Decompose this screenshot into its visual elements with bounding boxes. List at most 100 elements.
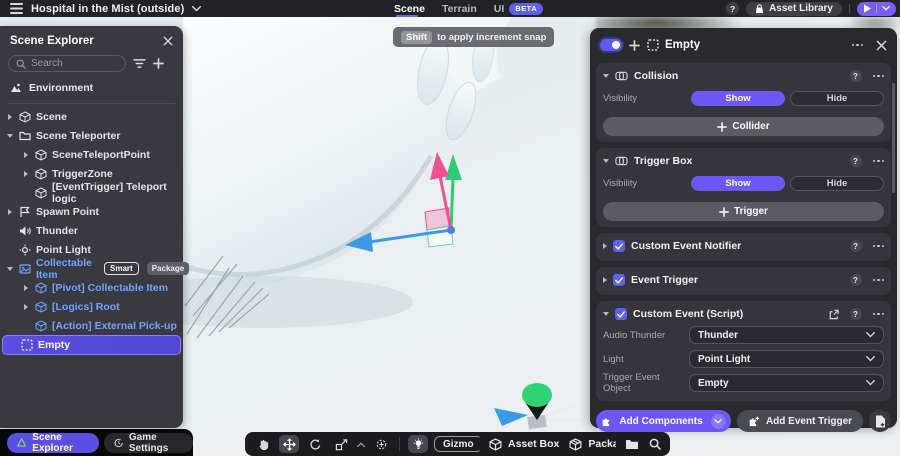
- caret-icon[interactable]: [22, 152, 30, 158]
- scene-explorer-button[interactable]: Scene Explorer: [7, 433, 99, 453]
- asset-library-button[interactable]: Asset Library: [746, 2, 842, 16]
- section-custom-event-notifier: Custom Event Notifier ?: [596, 233, 891, 261]
- tree-item-empty-selected[interactable]: Empty: [2, 335, 181, 355]
- tab-scene[interactable]: Scene: [394, 0, 425, 17]
- add-event-trigger-button[interactable]: Add Event Trigger: [737, 410, 863, 432]
- tree-item-action-external-pickup[interactable]: [Action] External Pick-up: [0, 316, 183, 335]
- caret-icon[interactable]: [22, 171, 30, 177]
- hamburger-menu-icon[interactable]: [10, 3, 23, 14]
- help-icon[interactable]: ?: [850, 274, 862, 286]
- audio-thunder-dropdown[interactable]: Thunder: [689, 326, 884, 344]
- snap-tooltip: Shift to apply increment snap: [393, 27, 554, 47]
- tree-item-spawn-point[interactable]: Spawn Point: [0, 202, 183, 221]
- tree-item-scene-teleporter[interactable]: Scene Teleporter: [0, 126, 183, 145]
- rotate-tool-button[interactable]: [305, 435, 325, 453]
- search-field[interactable]: [8, 55, 126, 72]
- inspector-scrollbar[interactable]: [892, 83, 895, 193]
- hide-button[interactable]: Hide: [790, 91, 884, 106]
- enabled-checkbox[interactable]: [615, 308, 627, 320]
- add-trigger-button[interactable]: Trigger: [603, 202, 884, 221]
- caret-icon[interactable]: [603, 277, 607, 283]
- caret-icon[interactable]: [6, 267, 14, 271]
- hand-icon: [257, 438, 270, 451]
- smart-object-icon: [19, 263, 31, 275]
- close-icon[interactable]: [876, 40, 887, 51]
- cube-icon: [35, 301, 47, 313]
- hide-button[interactable]: Hide: [790, 176, 884, 191]
- play-button[interactable]: [857, 2, 896, 16]
- search-icon[interactable]: [649, 438, 661, 450]
- help-icon[interactable]: ?: [850, 70, 862, 82]
- chevron-down-icon: [866, 380, 875, 386]
- tool-expand-chevron-icon[interactable]: [357, 442, 365, 447]
- more-options-icon[interactable]: [873, 160, 885, 163]
- scale-tool-button[interactable]: [331, 435, 351, 453]
- field-label: Trigger Event Object: [603, 372, 689, 394]
- help-icon[interactable]: ?: [850, 240, 862, 252]
- snap-tool-button[interactable]: [371, 435, 391, 453]
- filter-icon[interactable]: [133, 58, 146, 69]
- chevron-down-icon[interactable]: [882, 6, 890, 11]
- help-icon[interactable]: ?: [850, 308, 862, 320]
- enabled-checkbox[interactable]: [613, 274, 625, 286]
- tree-item-scene[interactable]: Scene: [0, 107, 183, 126]
- caret-icon[interactable]: [6, 209, 14, 215]
- chevron-down-icon[interactable]: [192, 6, 201, 12]
- environment-item[interactable]: Environment: [10, 78, 183, 98]
- add-script-button[interactable]: [869, 410, 891, 432]
- help-icon[interactable]: ?: [726, 2, 739, 15]
- show-button[interactable]: Show: [691, 91, 785, 106]
- folder-icon[interactable]: [625, 438, 639, 450]
- more-options-icon[interactable]: [873, 313, 885, 316]
- move-tool-button[interactable]: [279, 435, 299, 453]
- search-input[interactable]: [31, 58, 111, 69]
- light-toggle-button[interactable]: [408, 435, 428, 453]
- more-options-icon[interactable]: [852, 44, 864, 47]
- tab-ui[interactable]: UIBETA: [494, 0, 543, 17]
- caret-icon[interactable]: [22, 304, 30, 310]
- move-gizmo[interactable]: [345, 150, 475, 260]
- caret-icon[interactable]: [6, 114, 14, 120]
- field-label: Light: [603, 354, 689, 365]
- tree-item-eventtrigger-teleport-logic[interactable]: [EventTrigger] Teleport logic: [0, 183, 183, 202]
- add-components-button[interactable]: Add Components: [596, 410, 731, 432]
- caret-icon[interactable]: [603, 312, 609, 316]
- rotate-icon: [309, 438, 322, 451]
- pan-tool-button[interactable]: [253, 435, 273, 453]
- add-icon[interactable]: [629, 40, 640, 51]
- asset-box-button[interactable]: Asset Box: [508, 438, 559, 450]
- show-button[interactable]: Show: [691, 176, 785, 191]
- object-enabled-toggle[interactable]: [600, 39, 622, 51]
- trigger-event-object-dropdown[interactable]: Empty: [689, 374, 884, 392]
- more-options-icon[interactable]: [873, 245, 885, 248]
- more-options-icon[interactable]: [873, 279, 885, 282]
- project-title[interactable]: Hospital in the Mist (outside): [31, 3, 184, 15]
- close-icon[interactable]: [163, 36, 173, 46]
- divider: [399, 437, 400, 451]
- tree-item-collectable-item[interactable]: Collectable Item Smart Package: [0, 259, 183, 278]
- more-options-icon[interactable]: [873, 75, 885, 78]
- caret-icon[interactable]: [603, 74, 609, 78]
- tree-item-pivot-collectable-item[interactable]: [Pivot] Collectable Item: [0, 278, 183, 297]
- open-external-icon[interactable]: [828, 309, 839, 320]
- game-settings-button[interactable]: Game Settings: [104, 433, 193, 453]
- environment-icon: [10, 82, 22, 94]
- caret-icon[interactable]: [22, 285, 30, 291]
- collider-icon: [615, 71, 628, 81]
- gizmo-button[interactable]: Gizmo: [434, 436, 483, 452]
- chevron-down-icon[interactable]: [711, 414, 726, 429]
- caret-icon[interactable]: [603, 159, 609, 163]
- tree-item-logics-root[interactable]: [Logics] Root: [0, 297, 183, 316]
- help-icon[interactable]: ?: [850, 155, 862, 167]
- light-dropdown[interactable]: Point Light: [689, 350, 884, 368]
- caret-icon[interactable]: [6, 134, 14, 138]
- add-icon[interactable]: [153, 58, 164, 69]
- scale-icon: [335, 438, 348, 451]
- enabled-checkbox[interactable]: [613, 240, 625, 252]
- caret-icon[interactable]: [603, 243, 607, 249]
- tree-item-sceneteleportpoint[interactable]: SceneTeleportPoint: [0, 145, 183, 164]
- visibility-label: Visibility: [603, 178, 691, 189]
- tree-item-thunder[interactable]: Thunder: [0, 221, 183, 240]
- add-collider-button[interactable]: Collider: [603, 117, 884, 136]
- tab-terrain[interactable]: Terrain: [442, 0, 477, 17]
